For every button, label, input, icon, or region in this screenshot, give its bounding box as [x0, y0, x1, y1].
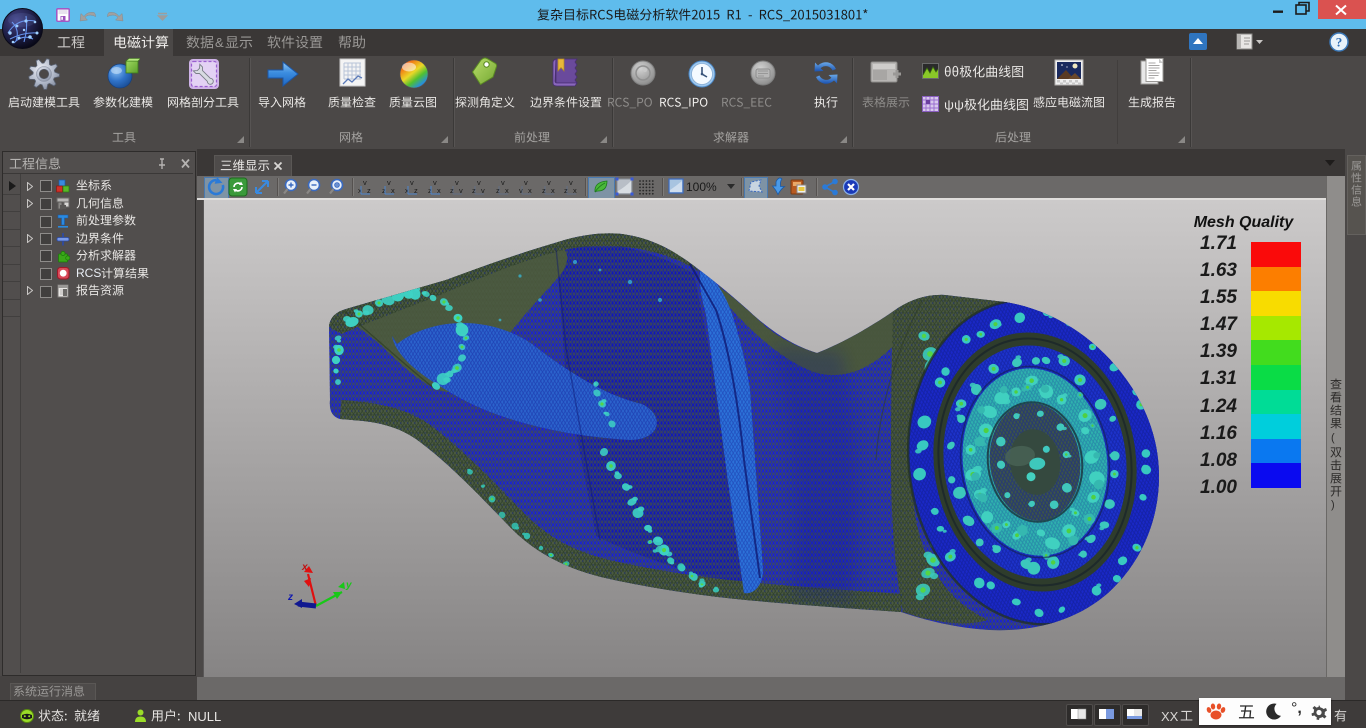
svg-text:v: v — [477, 178, 481, 187]
svg-text:v: v — [569, 178, 573, 187]
svg-text:v: v — [501, 178, 505, 187]
svg-text:z: z — [287, 592, 293, 603]
svg-text:y: y — [345, 580, 352, 591]
svg-text:v: v — [433, 178, 437, 187]
svg-text:v: v — [387, 178, 391, 187]
svg-text:x: x — [301, 562, 308, 573]
svg-text:?: ? — [1336, 35, 1343, 50]
svg-text:v: v — [524, 178, 528, 187]
svg-text:v: v — [455, 178, 459, 187]
svg-text:v: v — [547, 178, 551, 187]
svg-text:v: v — [363, 178, 367, 187]
svg-text:v: v — [410, 178, 414, 187]
